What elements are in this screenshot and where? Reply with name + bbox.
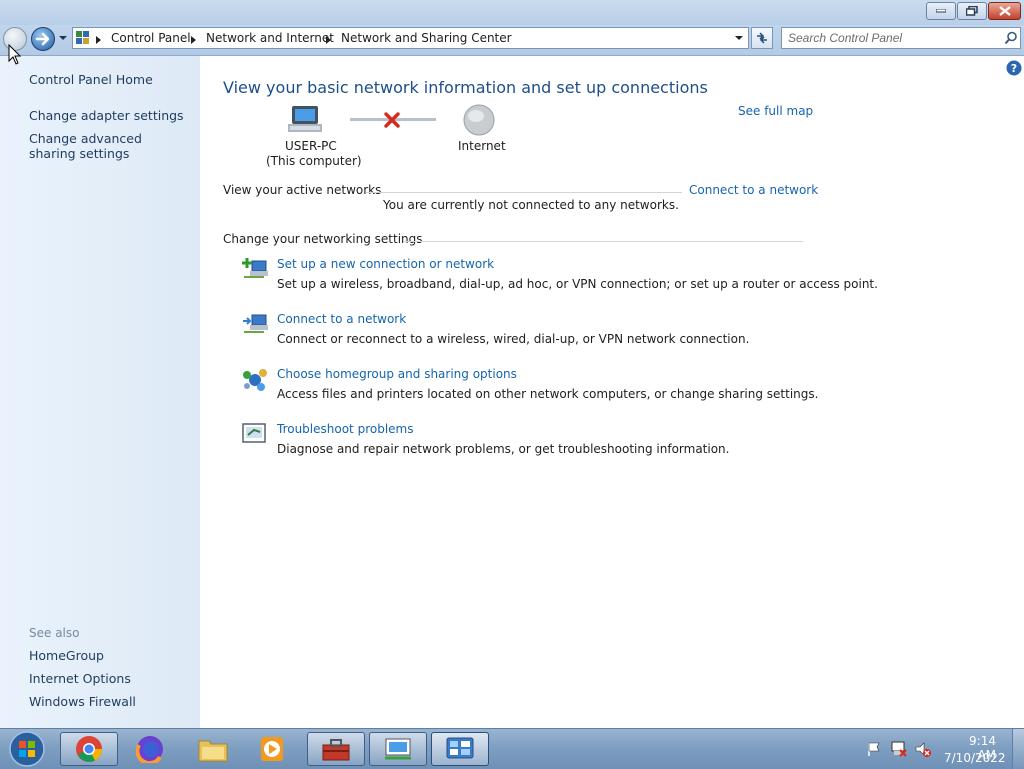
network-icon <box>385 738 411 760</box>
taskbar-explorer[interactable] <box>184 732 242 766</box>
chevron-down-icon[interactable] <box>734 35 744 41</box>
breadcrumb-network-and-internet[interactable]: Network and Internet <box>206 31 334 45</box>
chrome-icon <box>76 736 102 762</box>
connect-network-icon[interactable] <box>242 312 268 336</box>
homegroup-sharing-link[interactable]: Choose homegroup and sharing options <box>277 367 517 381</box>
control-panel-icon <box>446 737 474 759</box>
homegroup-icon[interactable] <box>242 367 268 391</box>
taskbar-network-window[interactable] <box>369 732 427 766</box>
mouse-cursor-icon <box>8 44 22 65</box>
page-title: View your basic network information and … <box>223 78 708 97</box>
troubleshoot-link[interactable]: Troubleshoot problems <box>277 422 413 436</box>
clock-date[interactable]: 7/10/2022 <box>944 751 1006 765</box>
sidebar-change-advanced-sharing[interactable]: Change advanced sharing settings <box>29 131 189 161</box>
sidebar-windows-firewall[interactable]: Windows Firewall <box>29 694 136 709</box>
taskbar-firefox[interactable] <box>121 732 179 766</box>
minimize-button[interactable] <box>926 2 956 20</box>
troubleshoot-icon[interactable] <box>242 422 268 446</box>
forward-button[interactable] <box>31 27 55 51</box>
arrow-right-icon <box>35 32 50 46</box>
taskbar-toolbox[interactable] <box>307 732 365 766</box>
action-center-flag-icon[interactable] <box>866 741 882 757</box>
svg-text:?: ? <box>1011 62 1017 75</box>
breadcrumb-control-panel[interactable]: Control Panel <box>111 31 191 45</box>
see-full-map-link[interactable]: See full map <box>738 104 813 118</box>
divider <box>366 192 682 193</box>
breadcrumb-separator[interactable] <box>96 36 101 44</box>
volume-muted-icon[interactable] <box>914 740 932 758</box>
network-status-icon[interactable] <box>890 740 908 758</box>
internet-label: Internet <box>458 139 506 153</box>
active-networks-label: View your active networks <box>223 183 382 197</box>
connect-network-description: Connect or reconnect to a wireless, wire… <box>277 332 750 346</box>
setup-connection-description: Set up a wireless, broadband, dial-up, a… <box>277 277 878 291</box>
minimize-icon <box>936 9 946 13</box>
networking-settings-label: Change your networking settings <box>223 232 423 246</box>
restore-icon <box>966 6 978 16</box>
refresh-button[interactable] <box>751 27 773 49</box>
main-content: ? View your basic network information an… <box>200 56 1024 728</box>
close-button[interactable] <box>988 2 1021 20</box>
help-icon[interactable]: ? <box>1006 60 1022 76</box>
search-icon[interactable] <box>1004 31 1018 45</box>
navigation-bar: Control Panel Network and Internet Netwo… <box>0 25 1024 56</box>
sidebar-internet-options[interactable]: Internet Options <box>29 671 131 686</box>
disconnected-x-icon[interactable] <box>384 112 400 128</box>
taskbar-chrome[interactable] <box>60 732 118 766</box>
start-orb[interactable] <box>8 730 46 768</box>
title-bar <box>0 0 1024 25</box>
explorer-icon <box>198 740 228 762</box>
computer-subtitle: (This computer) <box>266 154 362 168</box>
refresh-icon <box>757 32 767 44</box>
homegroup-sharing-description: Access files and printers located on oth… <box>277 387 819 401</box>
control-panel-icon <box>76 31 89 44</box>
connect-network-task-link[interactable]: Connect to a network <box>277 312 406 326</box>
show-desktop-button[interactable] <box>1012 729 1024 769</box>
breadcrumb-separator[interactable] <box>191 36 196 44</box>
troubleshoot-description: Diagnose and repair network problems, or… <box>277 442 730 456</box>
breadcrumb-separator[interactable] <box>326 36 331 44</box>
divider <box>403 241 803 242</box>
search-input[interactable] <box>784 30 1002 46</box>
taskbar-control-panel[interactable] <box>431 732 489 766</box>
sidebar-control-panel-home[interactable]: Control Panel Home <box>29 72 153 87</box>
setup-connection-link[interactable]: Set up a new connection or network <box>277 257 494 271</box>
search-box <box>781 27 1021 49</box>
computer-name: USER-PC <box>285 139 337 153</box>
restore-button[interactable] <box>957 2 987 20</box>
connect-to-network-link[interactable]: Connect to a network <box>689 183 818 197</box>
breadcrumb-network-sharing-center[interactable]: Network and Sharing Center <box>341 31 512 45</box>
internet-globe-icon[interactable] <box>463 104 495 136</box>
toolbox-icon <box>322 739 350 761</box>
taskbar: 9:14 AM 7/10/2022 <box>0 728 1024 769</box>
recent-pages-dropdown[interactable] <box>58 35 68 41</box>
sidebar-homegroup[interactable]: HomeGroup <box>29 648 104 663</box>
see-also-heading: See also <box>29 626 80 640</box>
taskbar-media-player[interactable] <box>243 732 301 766</box>
new-connection-icon[interactable] <box>242 257 268 281</box>
close-icon <box>998 6 1011 16</box>
firefox-icon <box>136 736 163 763</box>
address-bar[interactable]: Control Panel Network and Internet Netwo… <box>72 27 749 49</box>
sidebar-change-adapter-settings[interactable]: Change adapter settings <box>29 108 184 123</box>
computer-icon[interactable] <box>288 104 324 136</box>
not-connected-message: You are currently not connected to any n… <box>383 198 679 212</box>
sidebar: Control Panel Home Change adapter settin… <box>0 56 200 728</box>
media-player-icon <box>261 737 283 761</box>
